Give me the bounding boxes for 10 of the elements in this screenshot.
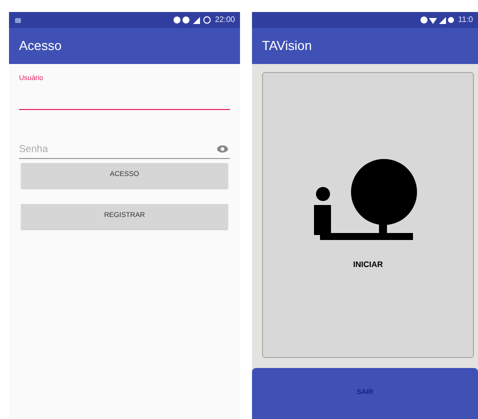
app-bar-title: Acesso bbox=[19, 37, 62, 56]
eye-icon[interactable] bbox=[217, 145, 228, 153]
app-bar-title: TAVision bbox=[262, 37, 312, 56]
status-icons bbox=[420, 16, 454, 24]
status-icons bbox=[172, 16, 211, 24]
notification-icon bbox=[14, 16, 22, 24]
password-field[interactable]: Senha bbox=[19, 140, 217, 158]
clock-time: 22:00 bbox=[214, 14, 235, 26]
clock-time: 11:0 bbox=[458, 14, 473, 26]
start-button[interactable]: INICIAR bbox=[262, 72, 474, 358]
